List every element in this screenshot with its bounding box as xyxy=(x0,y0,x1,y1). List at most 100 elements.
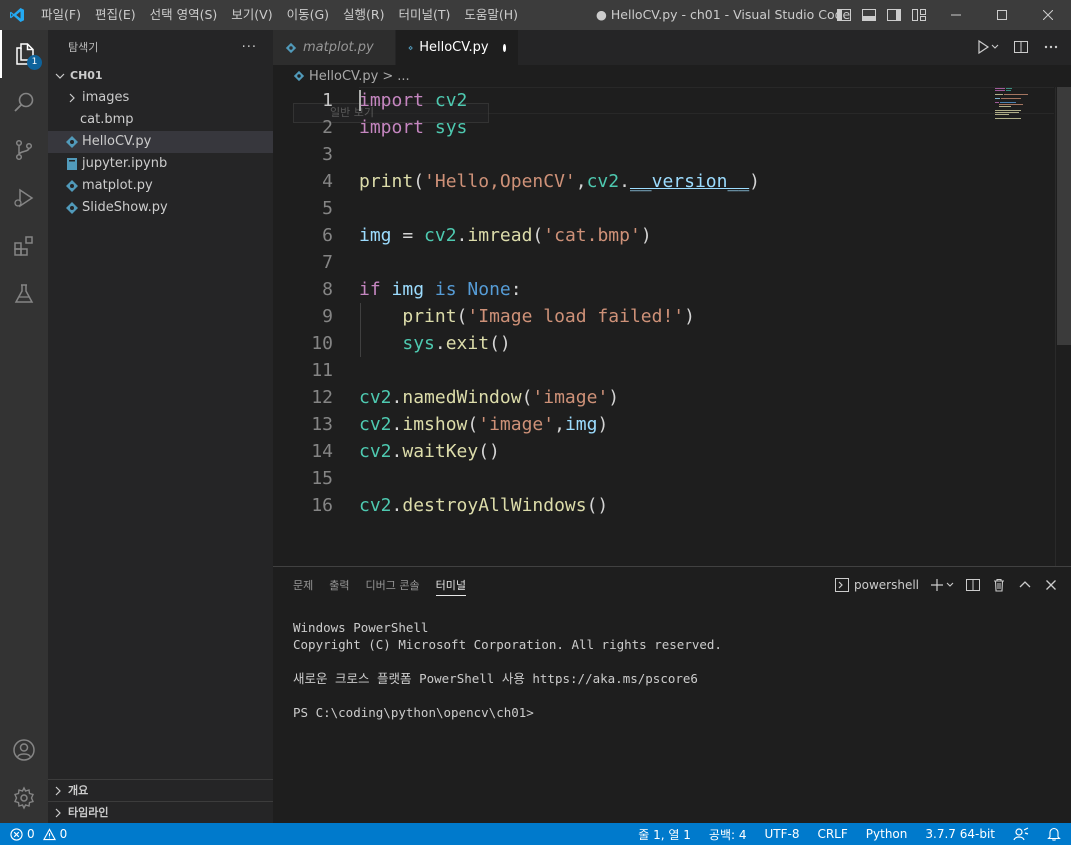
code-text[interactable]: cv2.destroyAllWindows() xyxy=(359,492,608,519)
panel-actions: powershell xyxy=(835,577,1059,593)
minimap[interactable] xyxy=(995,87,1055,127)
code-line: 10 sys.exit() xyxy=(273,330,1053,357)
code-text[interactable]: import cv2 xyxy=(359,87,467,114)
menu-go[interactable]: 이동(G) xyxy=(280,0,336,30)
code-text[interactable]: img = cv2.imread('cat.bmp') xyxy=(359,222,652,249)
split-terminal-icon[interactable] xyxy=(965,577,981,593)
activity-explorer[interactable]: 1 xyxy=(0,30,48,78)
code-text[interactable]: if img is None: xyxy=(359,276,522,303)
python-file-icon xyxy=(64,178,80,194)
menu-run[interactable]: 실행(R) xyxy=(336,0,391,30)
encoding[interactable]: UTF-8 xyxy=(764,827,799,841)
outline-section[interactable]: 개요 xyxy=(48,779,273,801)
menu-help[interactable]: 도움말(H) xyxy=(457,0,525,30)
feedback-icon[interactable] xyxy=(1013,827,1029,841)
more-actions-button[interactable]: ··· xyxy=(242,30,257,65)
code-line: 6 img = cv2.imread('cat.bmp') xyxy=(273,222,1053,249)
cursor-position[interactable]: 줄 1, 열 1 xyxy=(638,826,691,843)
tab-matplot[interactable]: matplot.py xyxy=(273,30,396,65)
line-number: 2 xyxy=(322,117,333,138)
activity-testing[interactable] xyxy=(0,270,48,318)
toggle-panel-icon[interactable] xyxy=(861,7,877,23)
toggle-sidebar-icon[interactable] xyxy=(836,7,852,23)
tree-item-label: images xyxy=(82,90,130,105)
editor-scrollbar[interactable] xyxy=(1057,87,1071,345)
python-file-icon xyxy=(64,200,80,216)
warning-count: 0 xyxy=(59,827,68,841)
breadcrumb-symbols[interactable]: ... xyxy=(397,69,409,84)
problems-status[interactable]: 0 0 xyxy=(10,823,67,845)
tab-problems[interactable]: 문제 xyxy=(285,567,321,602)
menu-file[interactable]: 파일(F) xyxy=(34,0,88,30)
maximize-button[interactable] xyxy=(979,0,1025,30)
code-text[interactable]: import sys xyxy=(359,114,467,141)
terminal-prompt: PS C:\coding\python\opencv\ch01> xyxy=(293,705,534,720)
code-editor[interactable]: 일반 보기 1 import cv2 2 import sys 3 4 prin… xyxy=(273,87,1071,566)
activity-search[interactable] xyxy=(0,78,48,126)
bottom-panel: 문제 출력 디버그 콘솔 터미널 powershell Windows Powe… xyxy=(273,566,1071,823)
tab-hellocv[interactable]: HelloCV.py xyxy=(396,30,519,65)
tree-item-label: cat.bmp xyxy=(80,112,134,127)
maximize-panel-icon[interactable] xyxy=(1017,577,1033,593)
tree-item-hellocv[interactable]: HelloCV.py xyxy=(48,131,273,153)
tab-label: 출력 xyxy=(329,579,350,592)
run-python-file-icon[interactable] xyxy=(975,39,999,55)
tab-output[interactable]: 출력 xyxy=(321,567,357,602)
tab-debug-console[interactable]: 디버그 콘솔 xyxy=(358,567,428,602)
language-mode[interactable]: Python xyxy=(866,827,908,841)
close-window-button[interactable] xyxy=(1025,0,1071,30)
tree-item-images[interactable]: images xyxy=(48,87,273,109)
chevron-right-icon xyxy=(55,786,61,795)
close-panel-icon[interactable] xyxy=(1043,577,1059,593)
line-number: 10 xyxy=(311,333,333,354)
line-number: 11 xyxy=(311,360,333,381)
customize-layout-icon[interactable] xyxy=(911,7,927,23)
terminal-selector[interactable]: powershell xyxy=(835,578,919,592)
tree-item-matplot[interactable]: matplot.py xyxy=(48,175,273,197)
run-debug-icon xyxy=(14,188,34,208)
new-terminal-icon[interactable] xyxy=(929,577,955,593)
code-text[interactable]: cv2.imshow('image',img) xyxy=(359,411,608,438)
menu-selection[interactable]: 선택 영역(S) xyxy=(143,0,225,30)
indentation[interactable]: 공백: 4 xyxy=(709,826,747,843)
terminal-output[interactable]: Windows PowerShell Copyright (C) Microsof… xyxy=(293,619,722,721)
code-line: 14 cv2.waitKey() xyxy=(273,438,1053,465)
tree-item-jupyter[interactable]: jupyter.ipynb xyxy=(48,153,273,175)
line-number: 6 xyxy=(322,225,333,246)
trash-icon[interactable] xyxy=(991,577,1007,593)
timeline-section[interactable]: 타임라인 xyxy=(48,801,273,823)
activity-accounts[interactable] xyxy=(0,726,48,774)
breadcrumb-file[interactable]: HelloCV.py xyxy=(309,69,378,84)
explorer-badge: 1 xyxy=(27,55,42,70)
code-text[interactable]: print('Image load failed!') xyxy=(359,303,695,330)
timeline-label: 타임라인 xyxy=(68,805,109,819)
python-interpreter[interactable]: 3.7.7 64-bit xyxy=(925,827,995,841)
end-of-line[interactable]: CRLF xyxy=(817,827,847,841)
more-actions-icon[interactable] xyxy=(1043,39,1059,55)
code-text[interactable]: print('Hello,OpenCV',cv2.__version__) xyxy=(359,168,760,195)
folder-header[interactable]: CH01 xyxy=(48,65,273,87)
tab-terminal[interactable]: 터미널 xyxy=(428,567,474,602)
activity-source-control[interactable] xyxy=(0,126,48,174)
tree-item-slideshow[interactable]: SlideShow.py xyxy=(48,197,273,219)
activity-run-debug[interactable] xyxy=(0,174,48,222)
toggle-secondary-sidebar-icon[interactable] xyxy=(886,7,902,23)
activity-manage[interactable] xyxy=(0,774,48,822)
minimize-button[interactable] xyxy=(933,0,979,30)
menu-view[interactable]: 보기(V) xyxy=(224,0,279,30)
activity-extensions[interactable] xyxy=(0,222,48,270)
code-text[interactable]: cv2.namedWindow('image') xyxy=(359,384,619,411)
code-text[interactable]: sys.exit() xyxy=(359,330,510,357)
code-text[interactable]: cv2.waitKey() xyxy=(359,438,500,465)
menu-edit[interactable]: 편집(E) xyxy=(88,0,143,30)
tab-label: matplot.py xyxy=(303,40,374,55)
notifications-bell-icon[interactable] xyxy=(1047,827,1061,841)
status-right: 줄 1, 열 1 공백: 4 UTF-8 CRLF Python 3.7.7 6… xyxy=(638,823,1061,845)
split-editor-icon[interactable] xyxy=(1013,39,1029,55)
tree-item-cat-bmp[interactable]: cat.bmp xyxy=(48,109,273,131)
menu-terminal[interactable]: 터미널(T) xyxy=(392,0,458,30)
unsaved-dot-icon[interactable] xyxy=(502,43,506,52)
layout-controls xyxy=(836,7,927,23)
